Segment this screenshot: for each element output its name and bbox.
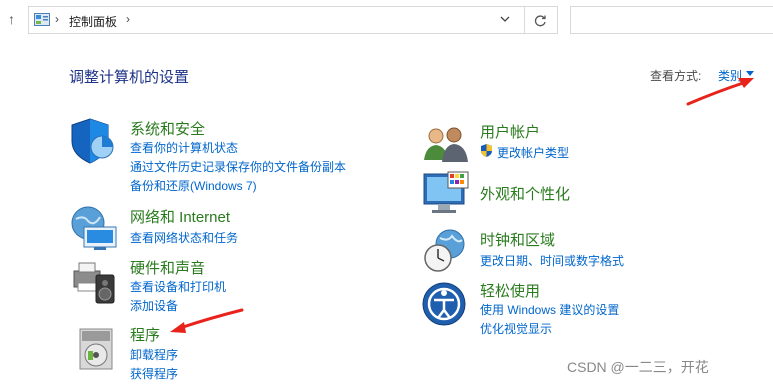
accessibility-icon[interactable] (422, 280, 470, 328)
programs-disc-icon[interactable] (76, 325, 118, 373)
breadcrumb-separator: › (55, 12, 59, 26)
clock-globe-icon[interactable] (422, 228, 470, 276)
link-network-status[interactable]: 查看网络状态和任务 (130, 229, 238, 246)
link-optimize-visual-display[interactable]: 优化视觉显示 (480, 320, 552, 337)
category-title-appearance[interactable]: 外观和个性化 (480, 183, 570, 204)
link-change-account-type[interactable]: 更改帐户类型 (497, 144, 569, 161)
address-bar: ↑ › 控制面板 › (0, 0, 773, 40)
monitor-palette-icon[interactable] (422, 170, 470, 218)
link-recommended-settings[interactable]: 使用 Windows 建议的设置 (480, 301, 619, 318)
category-title-user-accounts[interactable]: 用户帐户 (480, 121, 540, 142)
link-get-programs[interactable]: 获得程序 (130, 365, 178, 382)
category-title-programs[interactable]: 程序 (130, 324, 160, 345)
link-file-history-backup[interactable]: 通过文件历史记录保存你的文件备份副本 (130, 158, 346, 175)
category-title-hardware-sound[interactable]: 硬件和声音 (130, 257, 205, 278)
category-title-system-security[interactable]: 系统和安全 (130, 118, 205, 139)
page-title: 调整计算机的设置 (69, 69, 190, 86)
printer-speaker-icon[interactable] (70, 257, 120, 307)
watermark: CSDN @一二三，开花 (567, 359, 709, 375)
users-icon[interactable] (422, 124, 470, 164)
shield-pie-icon[interactable] (70, 117, 120, 165)
link-change-date-time-format[interactable]: 更改日期、时间或数字格式 (480, 252, 624, 269)
link-backup-restore[interactable]: 备份和还原(Windows 7) (130, 177, 257, 194)
category-title-clock-region[interactable]: 时钟和区域 (480, 229, 555, 250)
link-view-computer-status[interactable]: 查看你的计算机状态 (130, 139, 238, 156)
uac-shield-icon (481, 144, 492, 157)
breadcrumb-separator-2[interactable]: › (126, 12, 130, 26)
up-arrow-icon[interactable]: ↑ (8, 11, 15, 27)
category-title-network[interactable]: 网络和 Internet (130, 206, 230, 227)
chevron-down-icon[interactable] (500, 16, 510, 23)
annotation-arrow-programs (170, 308, 244, 333)
link-devices-printers[interactable]: 查看设备和打印机 (130, 278, 226, 295)
category-title-ease-of-access[interactable]: 轻松使用 (480, 280, 540, 301)
divider (524, 6, 525, 34)
link-uninstall-program[interactable]: 卸载程序 (130, 346, 178, 363)
annotation-arrow-view-by (686, 78, 754, 106)
control-panel-icon (34, 13, 50, 26)
network-globe-icon[interactable] (70, 205, 120, 251)
refresh-icon[interactable] (534, 14, 547, 27)
search-input[interactable] (570, 6, 773, 34)
breadcrumb-control-panel[interactable]: 控制面板 (69, 13, 117, 30)
